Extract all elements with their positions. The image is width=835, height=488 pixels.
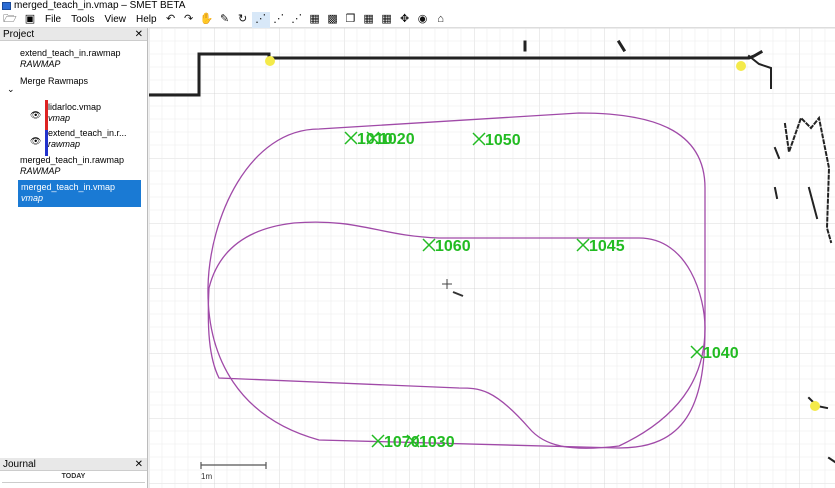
map-svg[interactable]: 10101020105010601045104010701030 1m [149,28,835,488]
project-item-merged-vmap[interactable]: merged_teach_in.vmap vmap [18,180,141,207]
station-label: 1030 [419,434,455,451]
station-label: 1020 [379,131,415,148]
project-panel-header: Project ✕ [0,28,147,41]
visibility-eye-icon[interactable]: 👁 [30,110,41,121]
station-label: 1060 [435,238,471,255]
close-icon[interactable]: ✕ [135,458,143,471]
journal-panel: Journal ✕ TODAY [0,458,148,488]
menu-view[interactable]: View [99,12,131,28]
station-label: 1040 [703,345,739,362]
project-item-extend-rawmap[interactable]: extend_teach_in.rawmap RAWMAP [20,48,160,70]
open-folder-icon[interactable]: 🗁 [3,13,17,27]
menu-bar: 🗁 ▣ File Tools View Help ↶ ↷ ✋ ✎ ↻ ⋰ ⋰ ⋰… [0,11,835,28]
journal-panel-title: Journal [3,459,36,470]
eye-icon[interactable]: ◉ [414,12,432,28]
redo-icon[interactable]: ↷ [180,12,198,28]
grid-add-icon[interactable]: ▦ [360,12,378,28]
project-panel-title: Project [3,29,35,40]
grid-background [149,28,835,488]
station-label: 1045 [589,238,625,255]
item-subtitle: RAWMAP [20,59,61,69]
menu-file[interactable]: File [40,12,66,28]
project-item-merge-rawmaps[interactable]: Merge Rawmaps [20,76,160,87]
item-title: merged_teach_in.rawmap [20,155,125,165]
menu-help[interactable]: Help [131,12,162,28]
marker-dot [736,61,746,71]
scale-label: 1m [201,472,212,481]
project-panel: Project ✕ extend_teach_in.rawmap RAWMAP … [0,28,148,458]
project-item-extend-rawmap-layer[interactable]: extend_teach_in.r... rawmap [48,128,143,150]
title-bar: merged_teach_in.vmap – SMET BETA [0,0,835,12]
save-icon[interactable]: ▣ [23,13,37,27]
item-subtitle: vmap [21,193,44,203]
item-subtitle: RAWMAP [20,166,61,176]
path-edit-icon[interactable]: ⋰ [288,12,306,28]
rotate-icon[interactable]: ↻ [234,12,252,28]
menu-tools[interactable]: Tools [66,12,99,28]
item-title: lidarloc.vmap [48,102,102,112]
item-subtitle: vmap [48,113,71,123]
grid-erase-icon[interactable]: ▩ [324,12,342,28]
item-title: extend_teach_in.r... [48,128,127,138]
close-icon[interactable]: ✕ [135,28,143,41]
move-icon[interactable]: ✥ [396,12,414,28]
map-canvas[interactable]: 10101020105010601045104010701030 1m [149,28,835,488]
item-title: extend_teach_in.rawmap [20,48,121,58]
marker-dot [265,56,275,66]
station-label: 1050 [485,132,521,149]
chevron-down-icon[interactable]: ⌄ [7,84,15,95]
project-item-merged-rawmap[interactable]: merged_teach_in.rawmap RAWMAP [20,155,160,177]
grid-select-icon[interactable]: ▦ [306,12,324,28]
pencil-icon[interactable]: ✎ [216,12,234,28]
project-item-lidarloc[interactable]: lidarloc.vmap vmap [48,102,143,124]
window-title: merged_teach_in.vmap – SMET BETA [14,0,186,11]
app-icon [2,2,11,10]
undo-icon[interactable]: ↶ [162,12,180,28]
path-add-icon[interactable]: ⋰ [270,12,288,28]
copy-icon[interactable]: ❐ [342,12,360,28]
visibility-eye-icon[interactable]: 👁 [30,136,41,147]
hand-icon[interactable]: ✋ [198,12,216,28]
path-node-icon[interactable]: ⋰ [251,11,270,28]
home-icon[interactable]: ⌂ [432,12,450,28]
today-divider: TODAY [2,472,145,483]
grid-remove-icon[interactable]: ▦ [378,12,396,28]
item-subtitle: rawmap [48,139,81,149]
item-title: merged_teach_in.vmap [21,182,116,192]
item-title: Merge Rawmaps [20,76,89,86]
marker-dot [810,401,820,411]
journal-panel-header: Journal ✕ [0,458,147,471]
